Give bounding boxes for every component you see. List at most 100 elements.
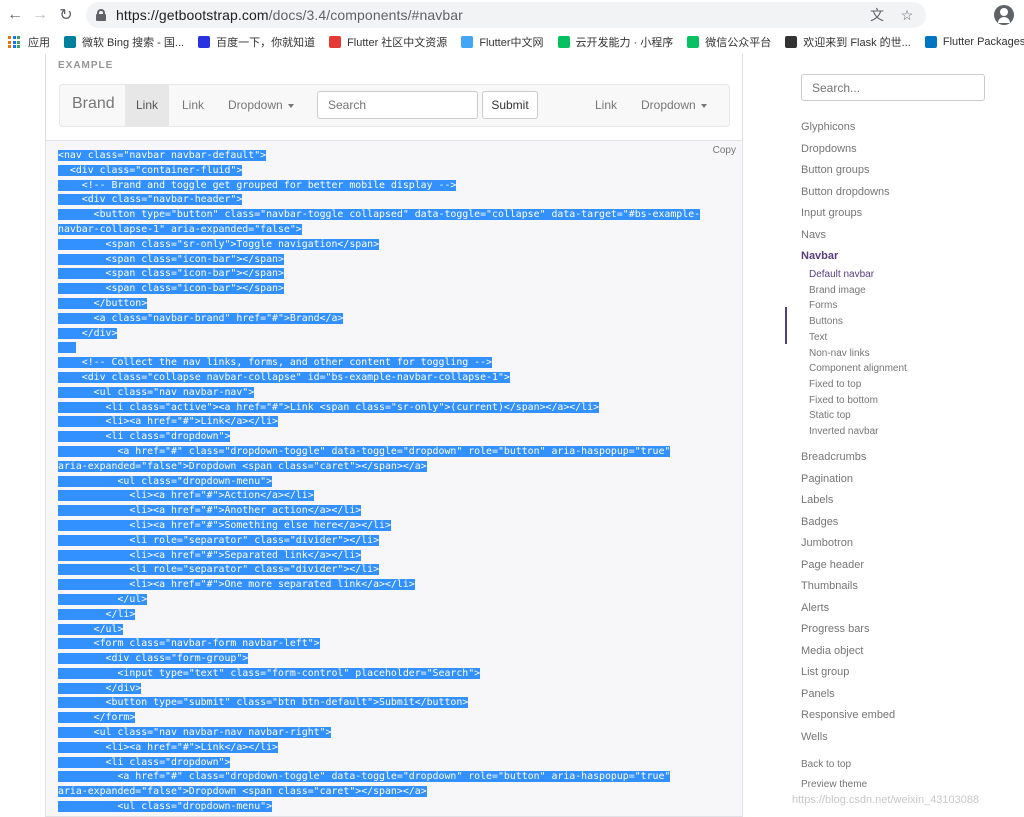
caret-down-icon — [287, 103, 294, 108]
code-line: <button type="button" class="navbar-togg… — [58, 209, 701, 221]
bookmark-favicon-icon — [64, 36, 76, 48]
bookmark-favicon-icon — [557, 36, 570, 48]
code-line: <button type="submit" class="btn btn-def… — [58, 697, 469, 709]
sidebar-subitem[interactable]: Forms — [809, 300, 837, 311]
sidebar-item[interactable]: Jumbotron — [801, 537, 853, 549]
sidebar-subitem[interactable]: Fixed to top — [809, 379, 861, 390]
profile-avatar-icon[interactable] — [994, 5, 1014, 25]
sidebar-item[interactable]: Input groups — [801, 207, 862, 219]
code-line: navbar-collapse-1" aria-expanded="false"… — [58, 223, 302, 235]
code-content[interactable]: <nav class="navbar navbar-default"> <div… — [58, 149, 701, 815]
sidebar-item[interactable]: Page header — [801, 559, 864, 571]
sidebar-subitem[interactable]: Inverted navbar — [809, 426, 879, 437]
bookmark-item[interactable]: Flutter中文网 — [461, 34, 544, 50]
sidebar-item-navbar[interactable]: Navbar — [801, 250, 838, 262]
bookmark-favicon-icon — [785, 36, 798, 48]
bookmark-item[interactable]: Flutter 社区中文资源 — [329, 34, 447, 50]
sidebar-item[interactable]: Panels — [801, 688, 835, 700]
bookmark-label: Flutter Packages — [942, 36, 1024, 48]
bookmark-label: 应用 — [28, 37, 50, 49]
code-line: <li><a href="#">Action</a></li> — [58, 490, 314, 502]
star-icon[interactable]: ☆ — [898, 6, 916, 24]
sidebar-item[interactable]: Button dropdowns — [801, 186, 890, 198]
bookmark-favicon-icon — [924, 36, 937, 48]
bookmark-favicon-icon — [329, 36, 342, 48]
navbar-brand[interactable]: Brand — [72, 95, 115, 113]
sidebar-item[interactable]: Badges — [801, 516, 838, 528]
sidebar-subitem[interactable]: Static top — [809, 410, 851, 421]
sidebar-item[interactable]: Navs — [801, 229, 826, 241]
sidebar-item[interactable]: Button groups — [801, 164, 870, 176]
bookmark-label: 云开发能力 · 小程序 — [575, 37, 674, 49]
navbar-search-input[interactable] — [317, 91, 478, 119]
bookmark-item[interactable]: 云开发能力 · 小程序 — [557, 34, 674, 50]
sidebar-subitem[interactable]: Buttons — [809, 316, 843, 327]
navbar-right-dropdown-label: Dropdown — [641, 98, 696, 112]
code-line: </div> — [58, 682, 142, 694]
bookmark-favicon-icon — [687, 36, 700, 48]
sidebar-subitem[interactable]: Fixed to bottom — [809, 395, 878, 406]
caret-down-icon — [700, 103, 707, 108]
sidebar-item[interactable]: Progress bars — [801, 623, 869, 635]
code-line: <div class="form-group"> — [58, 653, 249, 665]
bookmark-item[interactable]: 欢迎来到 Flask 的世... — [785, 34, 911, 50]
navbar-dropdown-label: Dropdown — [228, 98, 283, 112]
sidebar-item[interactable]: Thumbnails — [801, 580, 858, 592]
code-line: <span class="icon-bar"></span> — [58, 253, 284, 265]
forward-arrow-icon[interactable]: → — [27, 0, 53, 30]
code-line: <input type="text" class="form-control" … — [58, 667, 481, 679]
sidebar-item[interactable]: Media object — [801, 645, 863, 657]
bookmark-item[interactable]: 百度一下，你就知道 — [198, 34, 315, 50]
preview-theme-link[interactable]: Preview theme — [801, 779, 867, 790]
code-line: <form class="navbar-form navbar-left"> — [58, 638, 320, 650]
code-line: <div class="navbar-header"> — [58, 194, 243, 206]
navbar-example: EXAMPLE Brand Link Link Dropdown Submit … — [45, 54, 743, 140]
address-bar[interactable]: https://getbootstrap.com/docs/3.4/compon… — [86, 2, 926, 28]
back-arrow-icon[interactable]: ← — [2, 0, 28, 30]
sidebar-item[interactable]: Wells — [801, 731, 828, 743]
bookmark-item[interactable]: Flutter Packages — [924, 36, 1024, 48]
navbar-submit-button[interactable]: Submit — [482, 91, 538, 119]
code-line: <!-- Brand and toggle get grouped for be… — [58, 179, 457, 191]
sidebar-subitem[interactable]: Brand image — [809, 285, 866, 296]
watermark: https://blog.csdn.net/weixin_43103088 — [792, 794, 980, 806]
bookmark-item[interactable]: 微软 Bing 搜索 - 国... — [64, 34, 184, 50]
navbar-link-active[interactable]: Link — [125, 85, 170, 126]
code-block[interactable]: Copy <nav class="navbar navbar-default">… — [45, 140, 743, 817]
example-label: EXAMPLE — [58, 60, 114, 71]
translate-icon[interactable]: 文 — [868, 6, 886, 24]
sidebar-subitem[interactable]: Component alignment — [809, 363, 907, 374]
bookmark-favicon-icon — [198, 36, 211, 48]
bookmark-label: 欢迎来到 Flask 的世... — [803, 37, 911, 49]
active-indicator — [785, 307, 787, 344]
sidebar-search-input[interactable] — [801, 74, 985, 101]
code-line: <li role="separator" class="divider"></l… — [58, 534, 380, 546]
bookmark-item[interactable]: 微信公众平台 — [687, 34, 771, 50]
sidebar-item[interactable]: List group — [801, 666, 849, 678]
code-line: <li class="dropdown"> — [58, 431, 231, 443]
sidebar-subitem[interactable]: Text — [809, 332, 827, 343]
sidebar-item[interactable]: Labels — [801, 494, 833, 506]
sidebar-subitem[interactable]: Non-nav links — [809, 348, 870, 359]
sidebar-item[interactable]: Dropdowns — [801, 143, 857, 155]
back-to-top-link[interactable]: Back to top — [801, 759, 851, 770]
reload-icon[interactable]: ↻ — [53, 0, 79, 30]
copy-button[interactable]: Copy — [713, 145, 736, 156]
bookmark-item[interactable]: 应用 — [8, 34, 50, 50]
code-line: <a href="#" class="dropdown-toggle" data… — [58, 771, 671, 783]
sidebar-item[interactable]: Pagination — [801, 473, 853, 485]
sidebar-item[interactable]: Responsive embed — [801, 709, 895, 721]
code-line: </form> — [58, 712, 136, 724]
sidebar-subitem[interactable]: Default navbar — [809, 269, 874, 280]
bookmark-label: 微软 Bing 搜索 - 国... — [82, 37, 185, 49]
sidebar-item[interactable]: Glyphicons — [801, 121, 855, 133]
navbar-dropdown[interactable]: Dropdown — [217, 85, 305, 126]
sidebar-item[interactable]: Breadcrumbs — [801, 451, 866, 463]
sidebar-item[interactable]: Alerts — [801, 602, 829, 614]
navbar-link[interactable]: Link — [171, 85, 215, 126]
code-line: <li><a href="#">Separated link</a></li> — [58, 549, 362, 561]
navbar-right-link[interactable]: Link — [584, 85, 628, 126]
code-line: <li><a href="#">Another action</a></li> — [58, 505, 362, 517]
lock-icon — [96, 9, 106, 21]
navbar-right-dropdown[interactable]: Dropdown — [630, 85, 718, 126]
